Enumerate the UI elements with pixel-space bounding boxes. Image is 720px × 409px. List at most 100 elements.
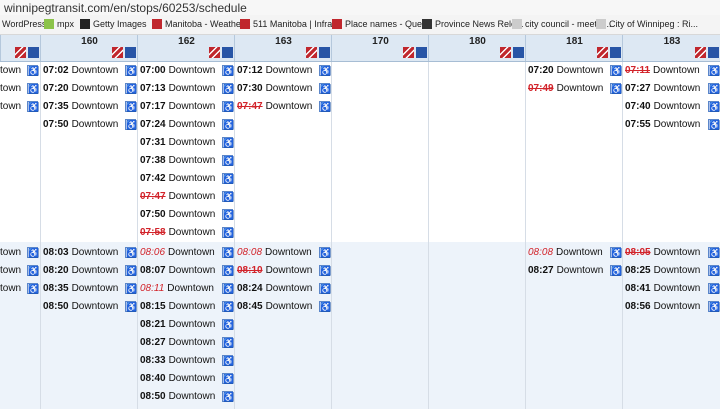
schedule-entry[interactable]: 08:07 Downtown ♿: [140, 262, 234, 280]
schedule-entry[interactable]: 07:02 Downtown ♿: [43, 62, 137, 80]
schedule-entry[interactable]: 08:35 Downtown ♿: [43, 280, 137, 298]
schedule-entry[interactable]: 08:20 Downtown ♿: [43, 262, 137, 280]
schedule-entry[interactable]: 08:45 Downtown ♿: [237, 298, 331, 316]
destination-label: Downtown: [168, 319, 216, 330]
schedule-entry[interactable]: 07:50 Downtown ♿: [140, 206, 234, 224]
destination-label: town: [0, 101, 22, 112]
bookmark-item[interactable]: mpx: [44, 19, 74, 29]
bookmark-item[interactable]: Province News Rele...: [422, 19, 524, 29]
bookmark-label: Getty Images: [93, 19, 147, 29]
departure-time: 07:20: [528, 65, 554, 76]
schedule-entry[interactable]: town ♿: [0, 98, 39, 116]
schedule-entry[interactable]: 07:00 Downtown ♿: [140, 62, 234, 80]
schedule-entry[interactable]: 07:40 Downtown ♿: [625, 98, 720, 116]
route-number[interactable]: 180: [429, 36, 526, 47]
bookmark-item[interactable]: Getty Images: [80, 19, 147, 29]
schedule-entry[interactable]: 07:13 Downtown ♿: [140, 80, 234, 98]
bookmark-item[interactable]: Manitoba - Weather...: [152, 19, 251, 29]
address-bar[interactable]: winnipegtransit.com/en/stops/60253/sched…: [0, 0, 720, 15]
schedule-entry[interactable]: 07:47 Downtown ♿: [140, 188, 234, 206]
route-number[interactable]: 160: [41, 36, 138, 47]
schedule-entry[interactable]: 07:49 Downtown ♿: [528, 80, 622, 98]
schedule-entry[interactable]: 07:31 Downtown ♿: [140, 134, 234, 152]
schedule-entry[interactable]: 08:25 Downtown ♿: [625, 262, 720, 280]
destination-label: Downtown: [168, 83, 216, 94]
bookmark-item[interactable]: Place names - Quer...: [332, 19, 432, 29]
departure-time: 07:02: [43, 65, 69, 76]
schedule-entry[interactable]: 08:27 Downtown ♿: [140, 334, 234, 352]
schedule-entry[interactable]: 07:50 Downtown ♿: [43, 116, 137, 134]
destination-label: Downtown: [168, 101, 216, 112]
bookmark-icon: [596, 19, 606, 29]
route-header-icons: [15, 47, 39, 58]
wheelchair-icon: ♿: [708, 301, 720, 312]
schedule-entry[interactable]: 07:24 Downtown ♿: [140, 116, 234, 134]
schedule-entry[interactable]: 07:30 Downtown ♿: [237, 80, 331, 98]
schedule-entry[interactable]: 07:20 Downtown ♿: [43, 80, 137, 98]
bookmark-label: WordPress: [2, 19, 47, 29]
schedule-entry[interactable]: 08:40 Downtown ♿: [140, 370, 234, 388]
route-header-cell: 181: [525, 35, 623, 61]
route-number[interactable]: 170: [332, 36, 429, 47]
schedule-entry[interactable]: 08:56 Downtown ♿: [625, 298, 720, 316]
schedule-entry[interactable]: 07:55 Downtown ♿: [625, 116, 720, 134]
schedule-entry[interactable]: 07:47 Downtown ♿: [237, 98, 331, 116]
wheelchair-icon: ♿: [27, 283, 40, 294]
schedule-entry[interactable]: 07:42 Downtown ♿: [140, 170, 234, 188]
schedule-entry[interactable]: 07:20 Downtown ♿: [528, 62, 622, 80]
schedule-entry[interactable]: 08:41 Downtown ♿: [625, 280, 720, 298]
column-divider: [234, 62, 235, 409]
schedule-entry[interactable]: 07:58 Downtown ♿: [140, 224, 234, 242]
schedule-entry[interactable]: 08:08 Downtown ♿: [237, 244, 331, 262]
schedule-entry[interactable]: town ♿: [0, 280, 40, 298]
schedule-entry[interactable]: 08:50 Downtown ♿: [140, 388, 234, 406]
schedule-entry[interactable]: 08:15 Downtown ♿: [140, 298, 234, 316]
route-header-cell: 163: [234, 35, 332, 61]
schedule-entry[interactable]: town ♿: [0, 80, 39, 98]
bookmark-item[interactable]: WordPress: [2, 19, 46, 29]
wheelchair-icon: ♿: [125, 65, 138, 76]
schedule-entry[interactable]: 07:35 Downtown ♿: [43, 98, 137, 116]
schedule-entry[interactable]: 07:38 Downtown ♿: [140, 152, 234, 170]
schedule-entry[interactable]: town ♿: [0, 244, 39, 262]
route-header: 160 162 163 170 180 181 183: [0, 35, 720, 62]
departure-time: 07:17: [140, 101, 166, 112]
schedule-entry[interactable]: 07:17 Downtown ♿: [140, 98, 234, 116]
schedule-entry[interactable]: 08:27 Downtown ♿: [528, 262, 622, 280]
bookmark-item[interactable]: 511 Manitoba | Infra...: [240, 19, 340, 29]
schedule-entry[interactable]: town ♿: [0, 262, 39, 280]
destination-label: Downtown: [168, 301, 216, 312]
departure-time: 08:15: [140, 301, 166, 312]
wheelchair-icon: ♿: [222, 247, 235, 258]
wheelchair-icon: ♿: [125, 119, 138, 130]
schedule-entry[interactable]: 08:05 Downtown ♿: [625, 244, 720, 262]
schedule-entry[interactable]: 07:12 Downtown ♿: [237, 62, 331, 80]
bookmark-item[interactable]: City of Winnipeg : Ri...: [596, 19, 698, 29]
route-number[interactable]: 162: [138, 36, 235, 47]
schedule-entry[interactable]: 07:11 Downtown ♿: [625, 62, 720, 80]
route-number[interactable]: 181: [526, 36, 623, 47]
schedule-entry[interactable]: 08:21 Downtown ♿: [140, 316, 234, 334]
wheelchair-icon: ♿: [610, 247, 623, 258]
destination-label: Downtown: [168, 355, 216, 366]
schedule-entry[interactable]: 08:33 Downtown ♿: [140, 352, 234, 370]
wheelchair-icon: ♿: [27, 65, 40, 76]
destination-label: Downtown: [653, 83, 701, 94]
no-bike-icon: [306, 47, 317, 58]
route-number[interactable]: 163: [235, 36, 332, 47]
schedule-entry[interactable]: 08:06 Downtown ♿: [140, 244, 234, 262]
schedule-entry[interactable]: town ♿: [0, 62, 40, 80]
schedule-entry[interactable]: 08:03 Downtown ♿: [43, 244, 137, 262]
schedule-entry[interactable]: 08:24 Downtown ♿: [237, 280, 331, 298]
schedule-entry[interactable]: 08:11 Downtown ♿: [140, 280, 234, 298]
schedule-entry[interactable]: 08:10 Downtown ♿: [237, 262, 331, 280]
destination-label: Downtown: [556, 65, 604, 76]
wheelchair-icon: ♿: [222, 265, 235, 276]
destination-label: Downtown: [168, 155, 216, 166]
departure-time: 08:07: [140, 265, 166, 276]
schedule-entry[interactable]: 08:50 Downtown ♿: [43, 298, 137, 316]
schedule-entry[interactable]: 07:27 Downtown ♿: [625, 80, 720, 98]
route-number[interactable]: 183: [623, 36, 720, 47]
wheelchair-icon: ♿: [708, 83, 720, 94]
schedule-entry[interactable]: 08:08 Downtown ♿: [528, 244, 622, 262]
